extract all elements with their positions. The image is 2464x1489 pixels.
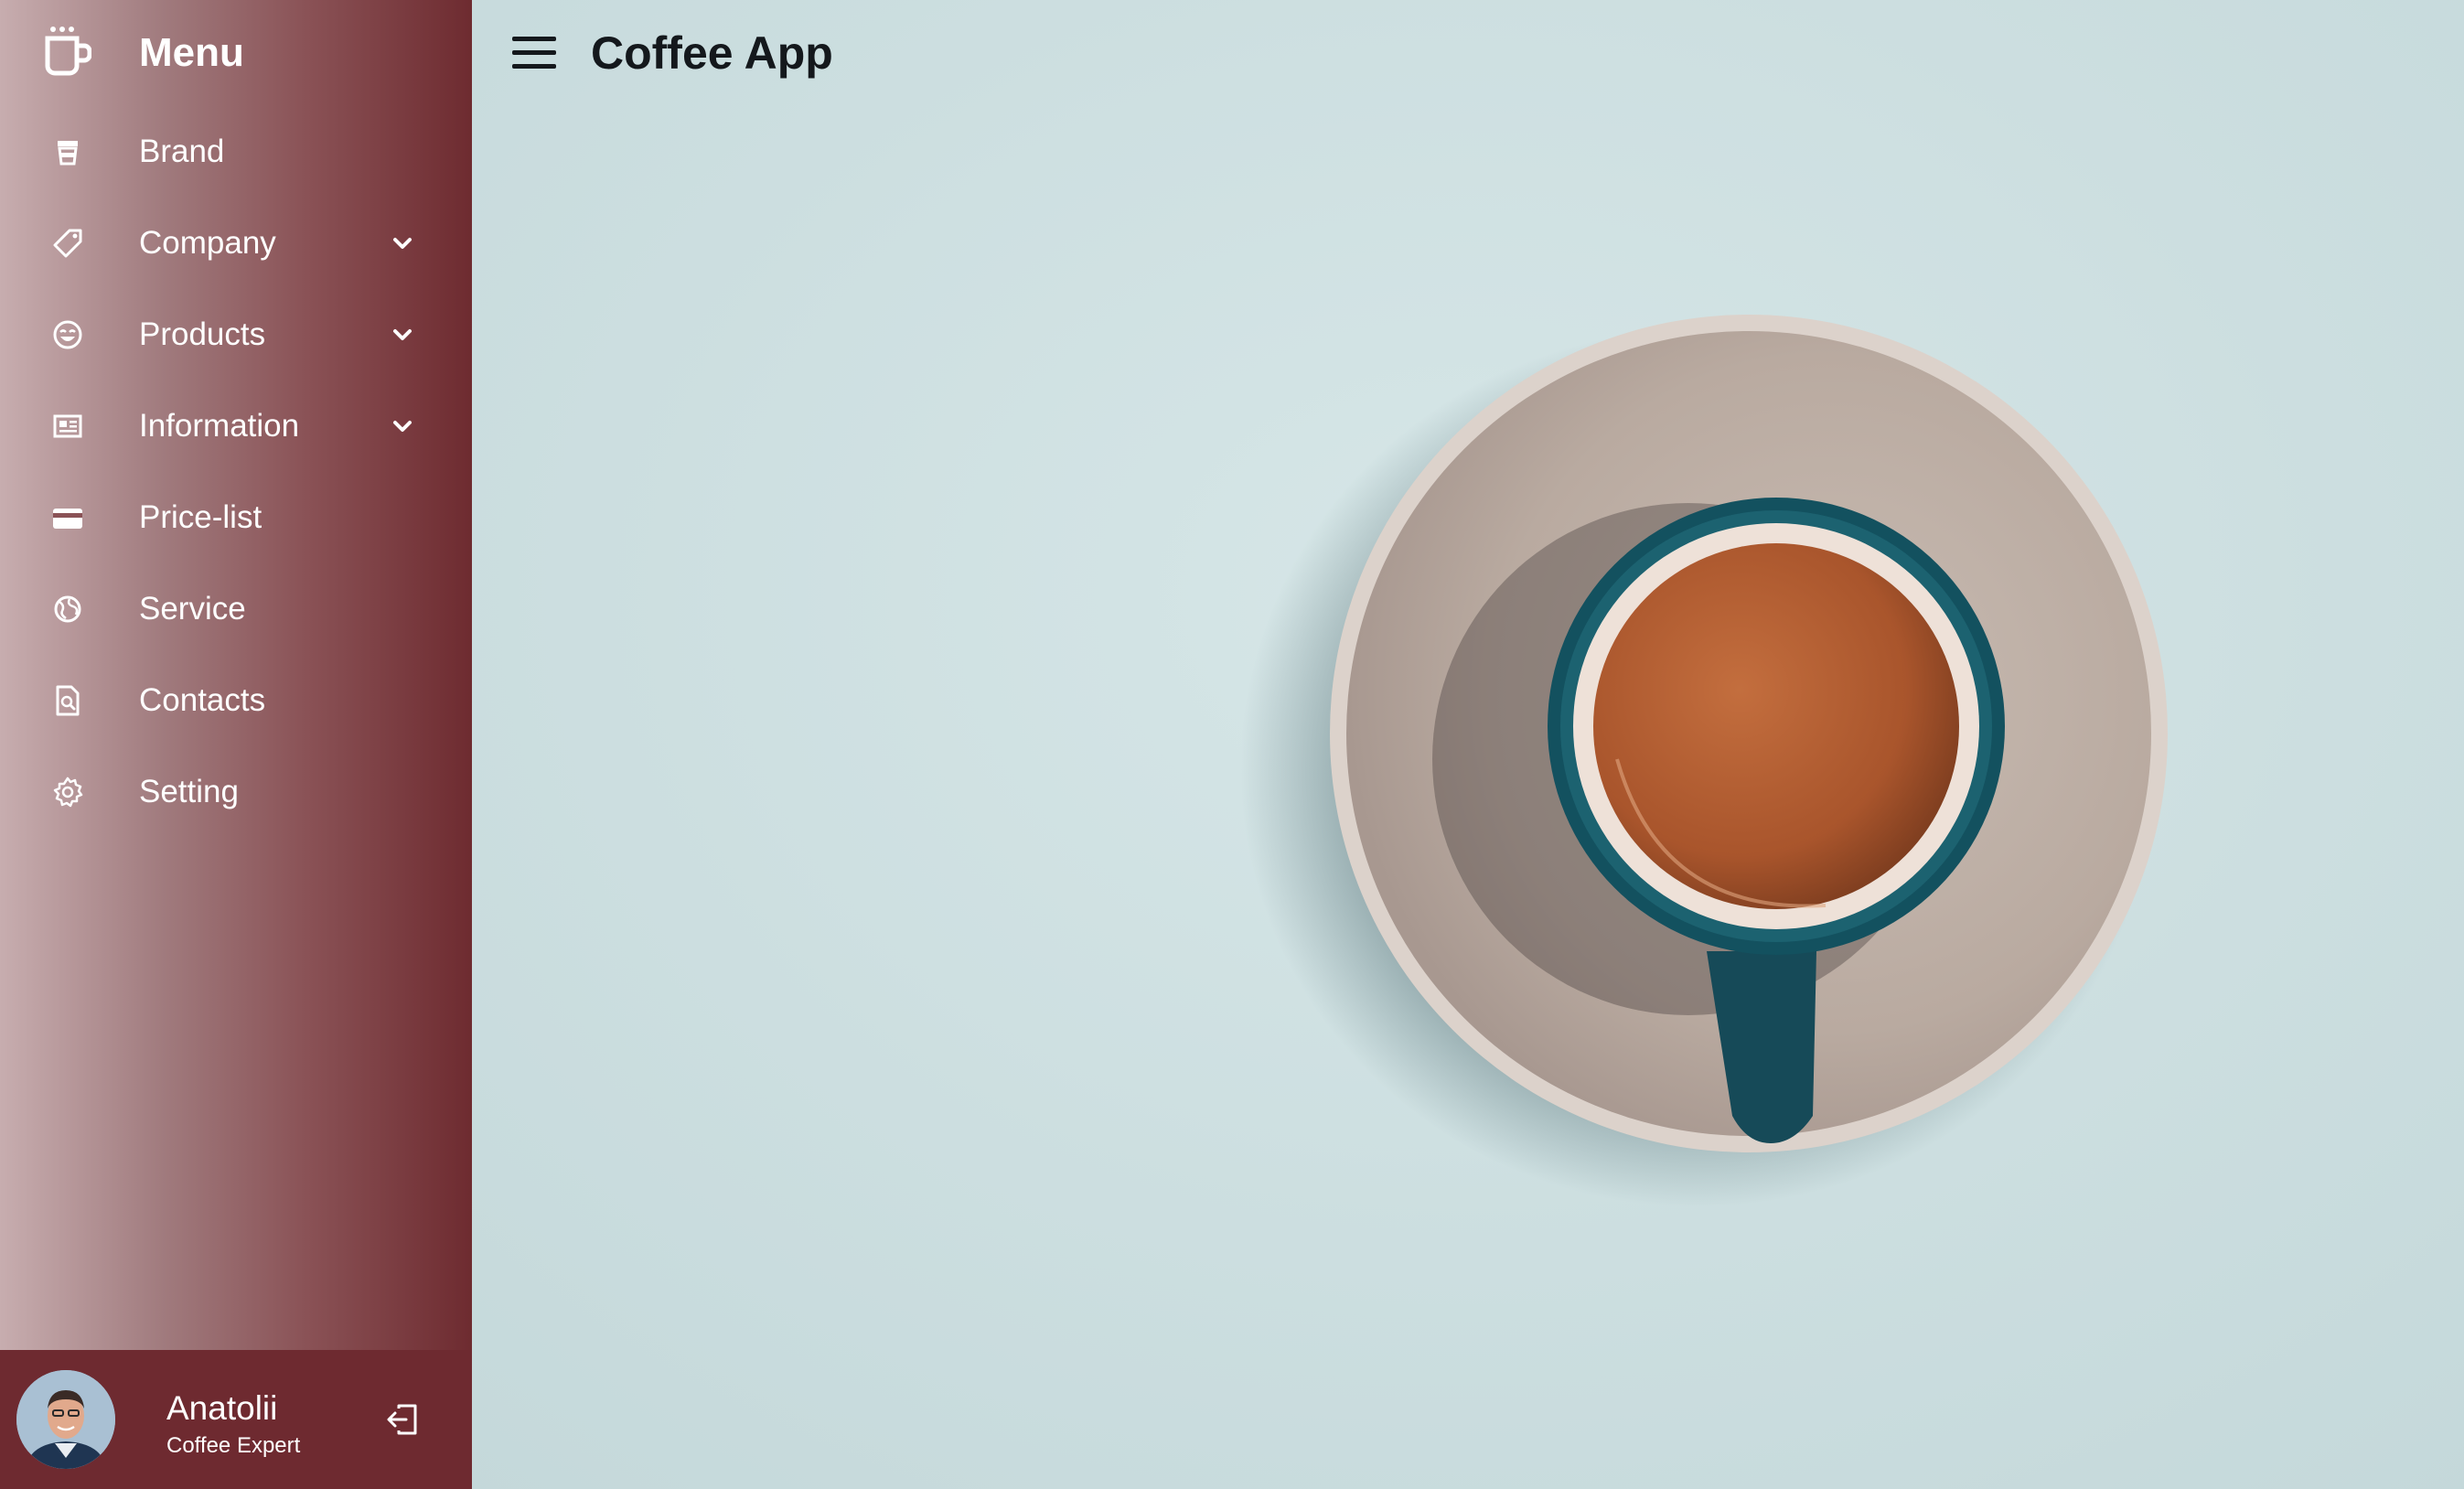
tag-icon xyxy=(48,223,88,263)
sidebar-item-label: Setting xyxy=(139,774,239,809)
card-icon xyxy=(48,498,88,538)
cup-icon xyxy=(48,132,88,172)
sidebar-title: Menu xyxy=(139,30,244,75)
main-content: Coffee App xyxy=(472,0,2464,1489)
gear-icon xyxy=(48,772,88,812)
sidebar-item-label: Service xyxy=(139,591,246,627)
logout-icon[interactable] xyxy=(380,1398,424,1441)
sidebar-item-contacts[interactable]: Contacts xyxy=(0,655,472,746)
chevron-down-icon[interactable] xyxy=(384,408,421,445)
profile-name: Anatolii xyxy=(166,1389,278,1427)
sidebar-item-information[interactable]: Information xyxy=(0,380,472,472)
sidebar-header: Menu xyxy=(0,0,472,106)
sidebar-item-brand[interactable]: Brand xyxy=(0,106,472,198)
chevron-down-icon[interactable] xyxy=(384,316,421,353)
app-window: Menu Brand Company Products Information … xyxy=(0,0,2464,1489)
sidebar-item-label: Brand xyxy=(139,134,225,169)
sidebar-item-products[interactable]: Products xyxy=(0,289,472,380)
sidebar-item-label: Price-list xyxy=(139,499,262,535)
newspaper-icon xyxy=(48,406,88,446)
sidebar-nav: Brand Company Products Information Price… xyxy=(0,106,472,838)
top-bar: Coffee App xyxy=(472,0,2464,106)
sidebar-item-price-list[interactable]: Price-list xyxy=(0,472,472,563)
sidebar-item-label: Contacts xyxy=(139,682,266,718)
sidebar-item-service[interactable]: Service xyxy=(0,563,472,655)
profile-role: Coffee Expert xyxy=(166,1433,301,1458)
sidebar: Menu Brand Company Products Information … xyxy=(0,0,472,1489)
user-profile: Anatolii Coffee Expert xyxy=(0,1350,472,1489)
document-search-icon xyxy=(48,680,88,721)
globe-icon xyxy=(48,589,88,629)
sidebar-item-label: Information xyxy=(139,408,300,444)
sidebar-item-setting[interactable]: Setting xyxy=(0,746,472,838)
sidebar-item-label: Company xyxy=(139,225,276,261)
smile-icon xyxy=(48,315,88,355)
coffee-cup-photo xyxy=(472,0,2464,1489)
hamburger-icon[interactable] xyxy=(509,27,560,79)
chevron-down-icon[interactable] xyxy=(384,225,421,262)
coffee-cup-icon xyxy=(44,24,92,79)
sidebar-item-company[interactable]: Company xyxy=(0,198,472,289)
sidebar-item-label: Products xyxy=(139,316,266,352)
avatar[interactable] xyxy=(16,1370,115,1469)
page-title: Coffee App xyxy=(591,27,833,79)
